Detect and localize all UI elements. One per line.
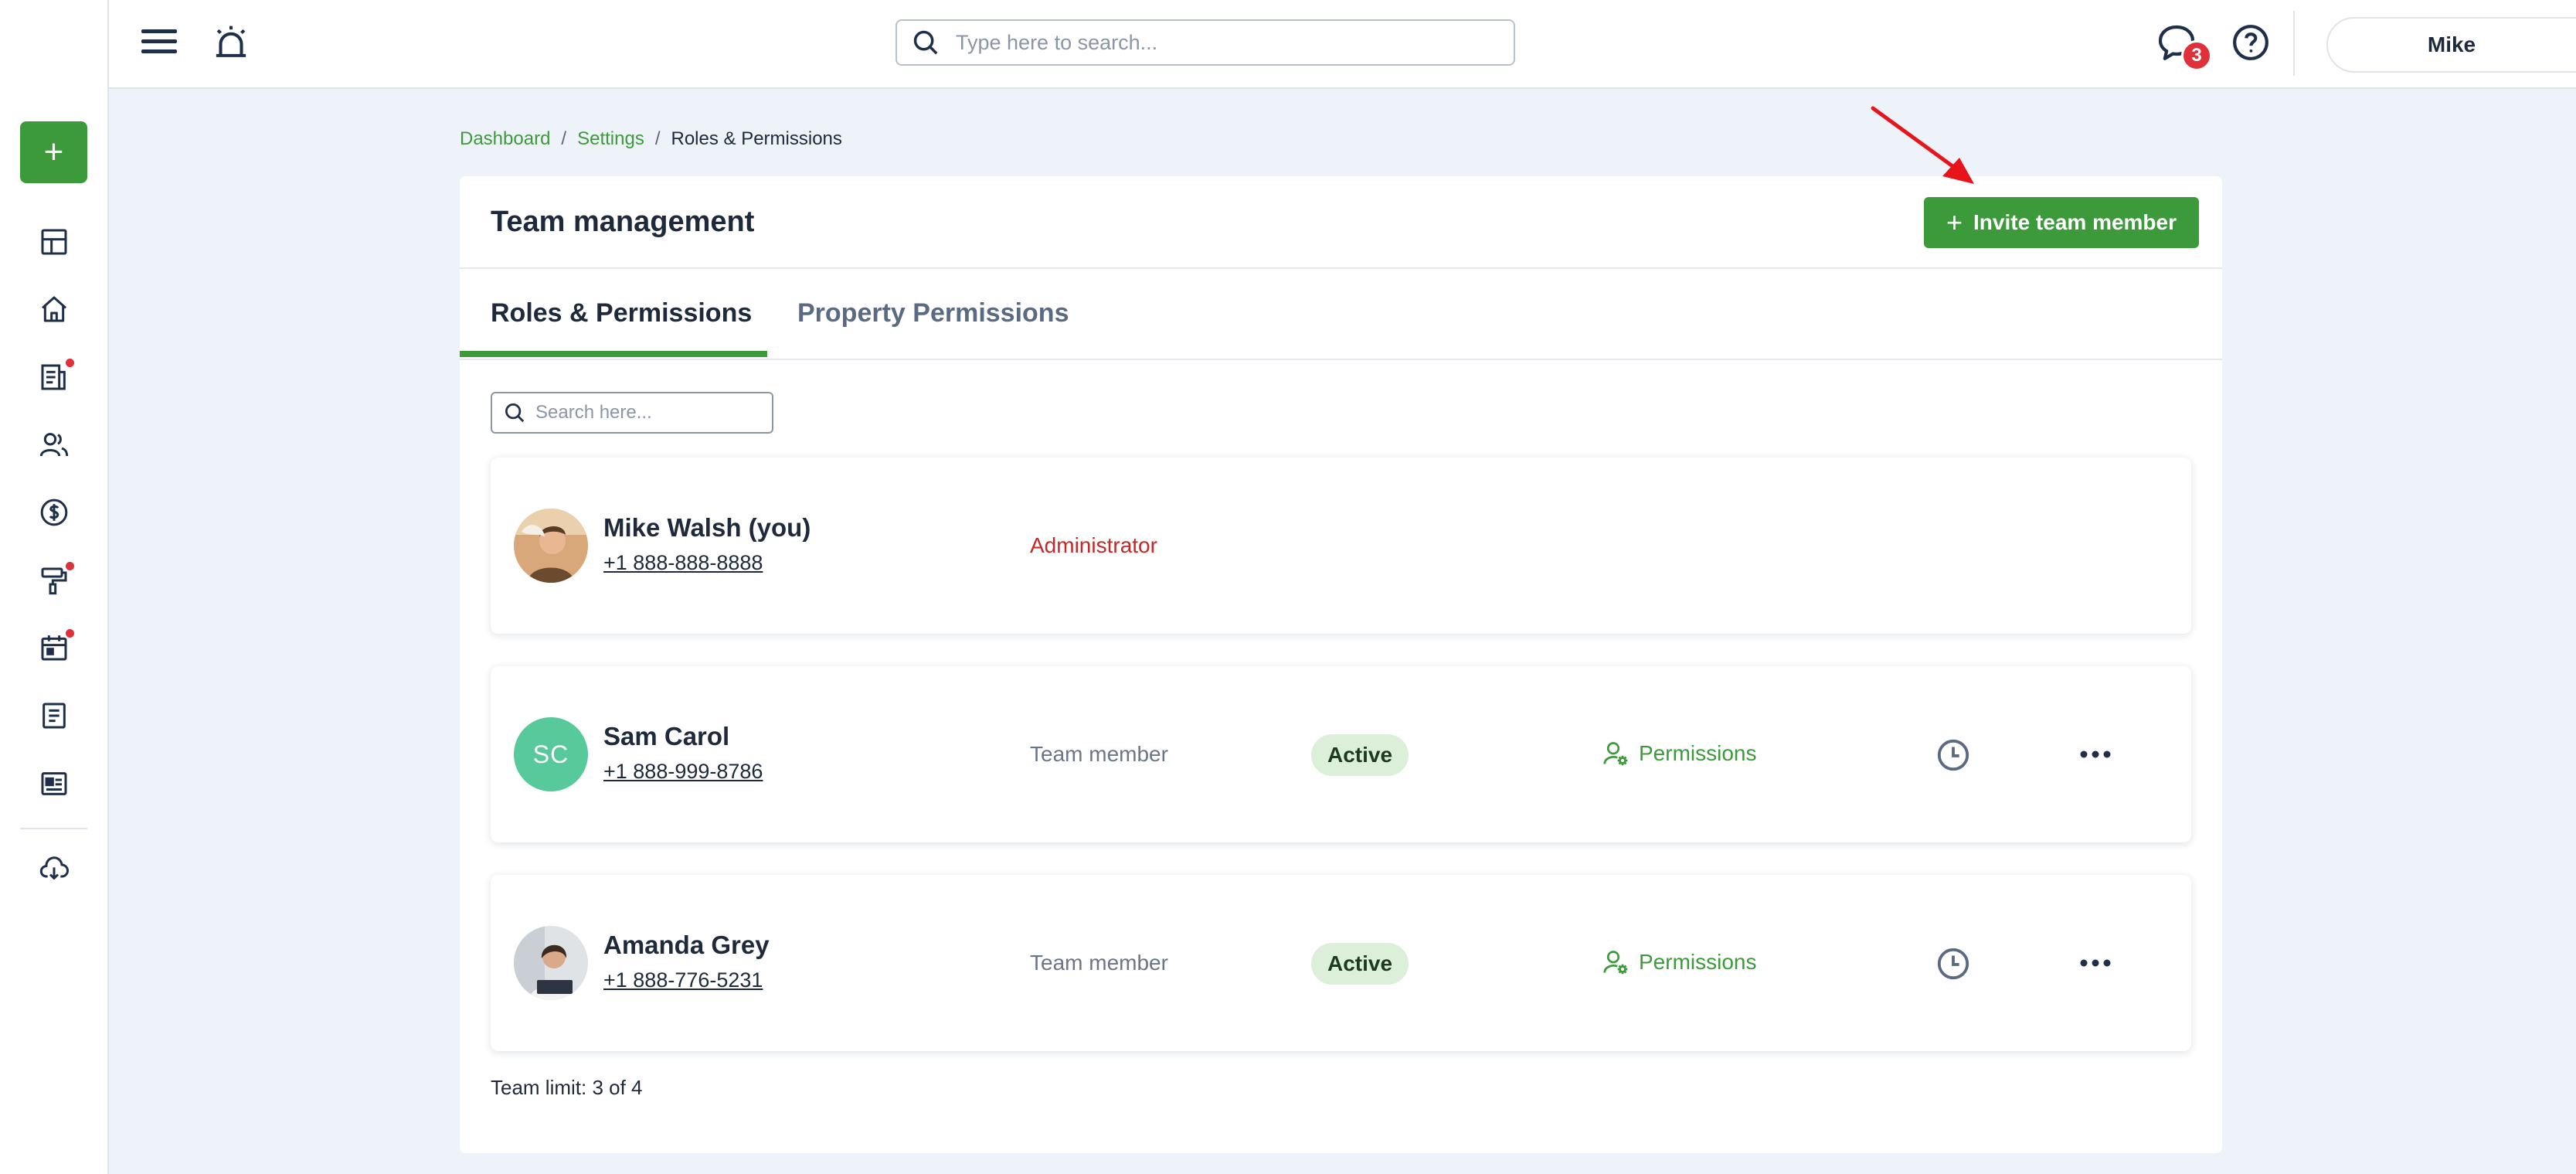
member-search[interactable] [491,392,773,434]
top-bar: 3 Mike [109,0,2576,89]
dollar-icon [40,499,68,526]
permissions-label: Permissions [1639,741,1757,765]
search-icon [913,30,938,55]
topbar-divider [2293,11,2295,76]
user-settings-icon [1603,742,1628,766]
active-tab-indicator [460,351,767,357]
id-card-icon [41,772,67,795]
home-icon [42,296,66,322]
calendar-icon [41,635,67,661]
unread-count-badge: 3 [2181,40,2212,71]
member-row: Mike Walsh (you) +1 888-888-8888 Adminis… [491,458,2191,634]
member-name: Sam Carol [603,722,730,750]
breadcrumb-separator: / [654,128,661,149]
status-badge: Active [1311,734,1409,776]
sidebar-divider [20,828,87,829]
sidebar-item-maintenance[interactable] [34,560,74,601]
avatar: SC [514,717,588,791]
member-search-input[interactable] [535,402,767,424]
history-clock-icon[interactable] [1935,737,1971,773]
user-menu[interactable]: Mike [2326,17,2576,73]
sidebar: + [0,0,109,1174]
tab-roles-permissions[interactable]: Roles & Permissions [491,267,752,359]
sidebar-item-people[interactable] [34,424,74,464]
alarm-bell-icon[interactable] [210,22,252,63]
permissions-label: Permissions [1639,950,1757,974]
avatar [514,926,588,1000]
sidebar-item-documents[interactable] [34,696,74,736]
paint-roller-icon [41,567,67,595]
team-limit-text: Team limit: 3 of 4 [491,1076,643,1099]
member-phone-link[interactable]: +1 888-999-8786 [603,760,763,784]
member-role: Team member [1030,742,1168,766]
breadcrumb-dashboard[interactable]: Dashboard [460,128,550,150]
sidebar-item-calendar[interactable] [34,628,74,668]
sidebar-item-listings[interactable] [34,764,74,804]
reports-icon [41,364,66,390]
breadcrumb-current: Roles & Permissions [671,128,842,149]
document-icon [42,703,66,729]
search-icon [505,403,525,423]
dashboard-icon [41,229,67,255]
user-settings-icon [1603,951,1628,975]
permissions-link[interactable]: Permissions [1602,943,1756,982]
people-icon [39,433,69,457]
more-options-icon[interactable] [2078,949,2113,977]
plus-icon: + [1946,206,1963,238]
history-clock-icon[interactable] [1935,946,1971,982]
member-row: Amanda Grey +1 888-776-5231 Team member … [491,875,2191,1051]
sidebar-item-home[interactable] [34,289,74,329]
notification-dot [66,562,74,570]
avatar [514,509,588,583]
global-search-input[interactable] [956,30,1497,55]
member-phone-link[interactable]: +1 888-776-5231 [603,968,763,992]
notification-dot [66,629,74,638]
annotation-arrow-icon [1871,106,1974,184]
invite-button-label: Invite team member [1973,210,2177,234]
page-title: Team management [491,206,755,238]
breadcrumb-settings[interactable]: Settings [577,128,644,150]
sidebar-item-reports[interactable] [34,357,74,397]
help-icon[interactable] [2231,23,2270,62]
invite-team-member-button[interactable]: + Invite team member [1924,197,2199,248]
member-name: Amanda Grey [603,931,770,959]
breadcrumb-separator: / [561,128,567,149]
sidebar-item-downloads[interactable] [34,849,74,889]
cloud-download-icon [39,856,69,880]
notification-dot [66,359,74,367]
menu-icon[interactable] [141,25,177,60]
member-role: Team member [1030,951,1168,975]
team-management-card: Team management + Invite team member Rol… [460,176,2222,1153]
plus-icon: + [43,133,64,171]
permissions-link[interactable]: Permissions [1602,734,1756,773]
add-new-button[interactable]: + [20,121,87,183]
user-name: Mike [2427,32,2476,56]
member-phone-link[interactable]: +1 888-888-8888 [603,551,763,575]
member-name: Mike Walsh (you) [603,513,811,542]
divider [460,359,2222,360]
more-options-icon[interactable] [2078,740,2113,768]
member-row: SC Sam Carol +1 888-999-8786 Team member… [491,666,2191,842]
sidebar-item-finance[interactable] [34,492,74,533]
sidebar-item-dashboard[interactable] [34,222,74,262]
breadcrumb: Dashboard / Settings / Roles & Permissio… [460,128,842,150]
status-badge: Active [1311,943,1409,985]
tab-property-permissions[interactable]: Property Permissions [797,267,1069,359]
global-search[interactable] [895,19,1515,66]
member-role: Administrator [1030,533,1157,557]
